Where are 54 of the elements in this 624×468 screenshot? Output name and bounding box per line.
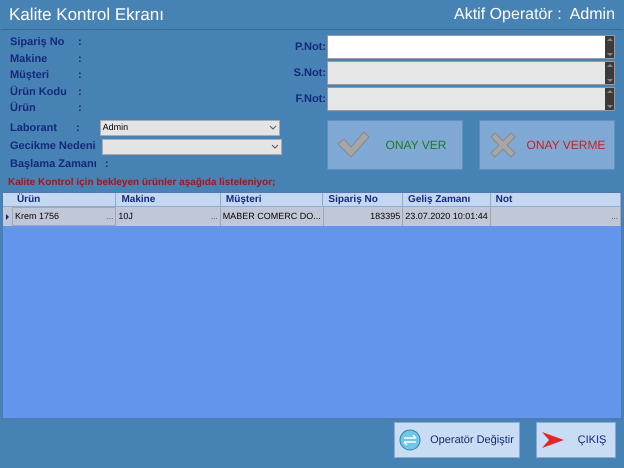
chevron-icon: [271, 144, 279, 150]
laborant-dropdown[interactable]: Admin: [100, 120, 280, 136]
note-field[interactable]: [327, 87, 615, 111]
note-label: S.Not:: [292, 66, 327, 81]
note-field[interactable]: [327, 61, 615, 85]
scroll-arrows-icon[interactable]: [605, 88, 614, 110]
ellipsis-button[interactable]: ...: [611, 210, 618, 222]
table-row[interactable]: Krem 1756 ... 10J ... MABER COMERC DO... 183395 23.07.2020 10:01:44 ...: [3, 207, 621, 226]
column-header[interactable]: Makine: [116, 193, 221, 206]
field-label: Müşteri: [10, 68, 50, 83]
field-label: Makine: [10, 52, 48, 66]
cross-icon: [488, 130, 518, 160]
operator-name: Admin: [570, 4, 615, 24]
exit-button[interactable]: ÇIKIŞ: [536, 422, 616, 458]
chevron-icon: [268, 125, 277, 130]
colon: :: [78, 52, 82, 66]
colon: :: [78, 84, 82, 100]
field-label: Başlama Zamanı: [10, 156, 97, 172]
field-label: Ürün: [10, 100, 37, 116]
table-cell: 183395: [324, 207, 404, 226]
column-header[interactable]: Müşteri: [220, 193, 324, 206]
row-pointer-icon: [6, 214, 9, 220]
column-header[interactable]: Sipariş No: [323, 193, 404, 206]
info-message: Kalite Kontrol için bekleyen ürünler aşağıda listeleniyor;: [7, 176, 276, 190]
colon: :: [78, 101, 82, 116]
note-label: P.Not:: [294, 40, 327, 55]
column-header[interactable]: Ürün: [12, 193, 116, 206]
chevron-right-icon: [541, 431, 565, 449]
field-label: Laborant: [10, 120, 58, 136]
delay-reason-dropdown[interactable]: [102, 138, 282, 155]
table-cell: 10J ...: [116, 207, 221, 226]
table-cell: 23.07.2020 10:01:44: [403, 207, 491, 226]
ellipsis-button[interactable]: ...: [106, 210, 114, 222]
colon: :: [104, 156, 108, 172]
table-cell: Krem 1756 ...: [12, 207, 116, 226]
note-field[interactable]: [327, 35, 615, 59]
ellipsis-button[interactable]: ...: [211, 210, 218, 222]
field-label: Ürün Kodu: [10, 84, 68, 100]
field-label: Sipariş No: [10, 35, 66, 50]
window-title: Kalite Kontrol Ekranı: [9, 4, 164, 26]
colon: :: [78, 35, 82, 50]
table-cell: MABER COMERC DO...: [220, 207, 324, 226]
scroll-arrows-icon[interactable]: [605, 62, 614, 84]
arrows-icon: [399, 429, 421, 451]
colon: :: [76, 120, 80, 136]
switch-operator-button[interactable]: Operatör Değiştir: [394, 422, 520, 458]
scroll-arrows-icon[interactable]: [605, 36, 614, 58]
check-icon: [336, 130, 370, 160]
operator-label: Aktif Operatör :: [454, 4, 562, 24]
column-header[interactable]: Not: [490, 193, 621, 206]
field-label: Gecikme Nedeni: [10, 139, 97, 154]
colon: :: [78, 68, 82, 83]
column-header[interactable]: Geliş Zamanı: [403, 193, 491, 206]
note-label: F.Not:: [294, 92, 327, 107]
